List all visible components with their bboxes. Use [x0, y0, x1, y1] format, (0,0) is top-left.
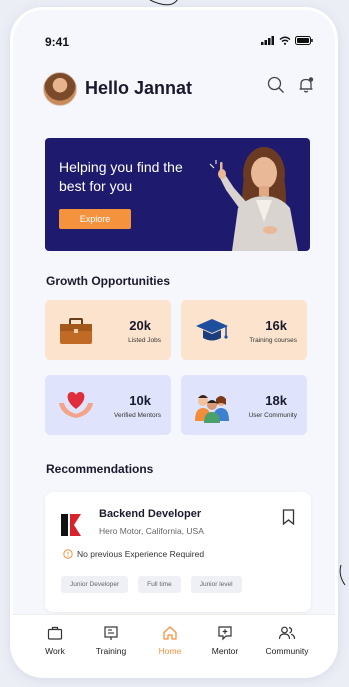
tab-mentor[interactable]: Mentor	[195, 625, 255, 656]
heart-hands-icon	[59, 392, 93, 418]
job-tag[interactable]: Junior level	[190, 576, 242, 593]
card-label: Verified Mentors	[114, 412, 161, 419]
briefcase-icon	[60, 318, 92, 344]
users-icon	[278, 626, 296, 640]
card-label: Listed Jobs	[128, 337, 161, 344]
header-actions	[267, 76, 315, 94]
tab-training[interactable]: Training	[81, 625, 141, 656]
bell-icon[interactable]	[297, 76, 315, 94]
wifi-icon	[279, 36, 291, 45]
greeting: Hello Jannat	[85, 78, 193, 98]
tab-label: Mentor	[211, 646, 239, 656]
chat-plus-icon	[218, 626, 232, 641]
card-label: User Community	[248, 412, 297, 419]
phone-frame: 9:41 Hello Jannat Helping you find the b…	[13, 10, 335, 675]
tab-home[interactable]: Home	[140, 625, 200, 656]
job-requirement: No previous Experience Required	[63, 549, 204, 559]
card-training-courses[interactable]: 16k Training courses	[181, 300, 307, 360]
group-icon	[195, 395, 229, 423]
status-time: 9:41	[45, 35, 70, 49]
job-tags: Junior Developer Full time Junior level	[61, 576, 242, 593]
bottom-tab-bar: Work Training Home Mentor Community	[13, 614, 335, 675]
tab-label: Community	[265, 646, 309, 656]
card-listed-jobs[interactable]: 20k Listed Jobs	[45, 300, 171, 360]
tab-community[interactable]: Community	[257, 625, 317, 656]
card-verified-mentors[interactable]: 10k Verified Mentors	[45, 375, 171, 435]
job-company-location: Hero Motor, California, USA	[99, 526, 204, 536]
woman-illustration	[209, 147, 298, 251]
tab-label: Work	[45, 646, 65, 656]
home-icon	[163, 626, 177, 640]
header: Hello Jannat	[43, 72, 315, 106]
card-value: 16k	[265, 318, 287, 333]
card-value: 18k	[265, 393, 287, 408]
status-bar: 9:41	[13, 32, 335, 52]
company-logo	[61, 514, 81, 536]
growth-title: Growth Opportunities	[46, 274, 170, 288]
briefcase-outline-icon	[47, 626, 63, 640]
recommendations-title: Recommendations	[46, 462, 154, 476]
avatar[interactable]	[43, 72, 77, 106]
job-tag[interactable]: Junior Developer	[61, 576, 129, 593]
tab-work[interactable]: Work	[25, 625, 85, 656]
tab-label: Home	[158, 646, 182, 656]
card-user-community[interactable]: 18k User Community	[181, 375, 307, 435]
status-icons	[261, 36, 313, 45]
card-label: Training courses	[249, 337, 297, 344]
explore-button[interactable]: Explore	[59, 209, 131, 229]
signal-icon	[261, 36, 274, 45]
graduation-cap-icon	[196, 319, 228, 341]
card-value: 10k	[129, 393, 151, 408]
job-tag[interactable]: Full time	[138, 576, 181, 593]
bookmark-icon[interactable]	[282, 509, 295, 525]
job-title: Backend Developer	[99, 508, 202, 520]
job-card[interactable]: Backend Developer Hero Motor, California…	[45, 492, 311, 612]
info-icon	[63, 549, 73, 559]
battery-icon	[295, 36, 313, 45]
job-requirement-text: No previous Experience Required	[77, 549, 205, 559]
search-icon[interactable]	[267, 76, 285, 94]
banner-headline: Helping you find the best for you	[59, 159, 183, 194]
card-value: 20k	[129, 318, 151, 333]
tab-label: Training	[95, 646, 127, 656]
presentation-icon	[104, 626, 118, 640]
promo-banner: Helping you find the best for you Explor…	[45, 138, 310, 251]
